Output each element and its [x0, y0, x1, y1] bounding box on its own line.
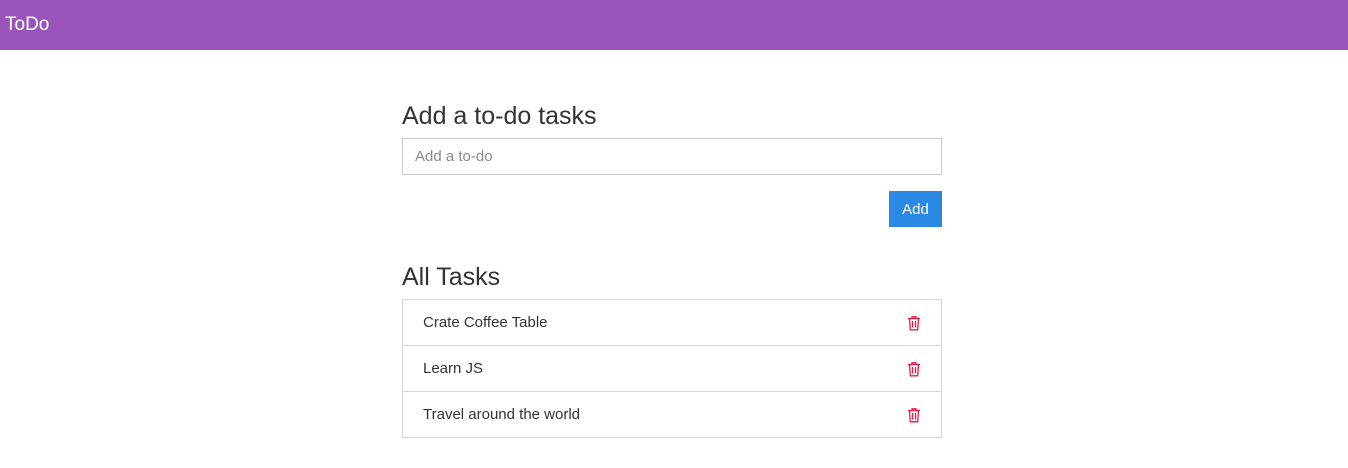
add-button[interactable]: Add [889, 191, 942, 227]
add-button-row: Add [402, 191, 942, 227]
trash-icon[interactable] [905, 406, 923, 424]
task-item: Travel around the world [403, 392, 941, 437]
task-list: Crate Coffee Table Learn JS Travel aroun… [402, 299, 942, 438]
task-label: Travel around the world [423, 406, 581, 423]
trash-icon[interactable] [905, 314, 923, 332]
main-container: Add a to-do tasks Add All Tasks Crate Co… [402, 100, 942, 438]
app-brand[interactable]: ToDo [5, 14, 49, 36]
task-label: Crate Coffee Table [423, 314, 548, 331]
todo-input[interactable] [402, 138, 942, 175]
task-label: Learn JS [423, 360, 484, 377]
task-item: Crate Coffee Table [403, 300, 941, 346]
add-task-heading: Add a to-do tasks [402, 102, 597, 130]
task-item: Learn JS [403, 346, 941, 392]
all-tasks-heading: All Tasks [402, 263, 501, 291]
top-navbar: ToDo [0, 0, 1348, 50]
trash-icon[interactable] [905, 360, 923, 378]
